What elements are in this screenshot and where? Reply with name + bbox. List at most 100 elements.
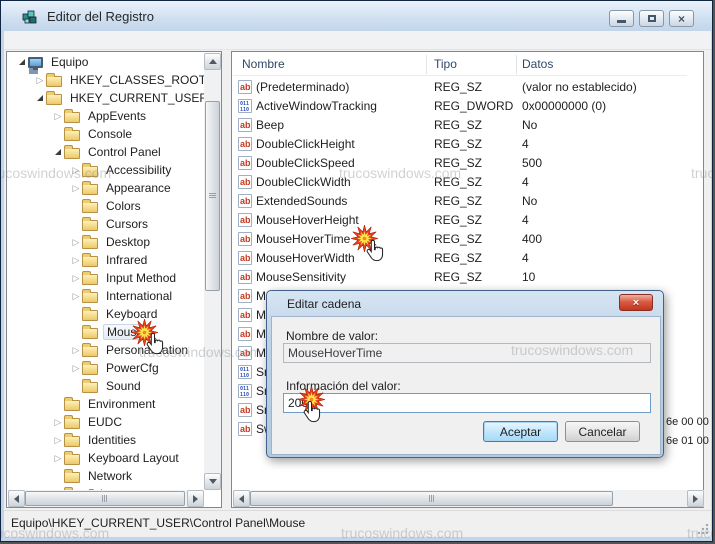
tree-node-icon — [46, 94, 62, 105]
expander-icon[interactable] — [70, 165, 82, 176]
value-data: 4 — [522, 213, 529, 227]
scroll-down-button[interactable] — [204, 473, 221, 490]
expander-icon[interactable] — [70, 363, 82, 374]
registry-value-row[interactable]: DoubleClickWidth REG_SZ 4 — [233, 173, 687, 192]
tree-item[interactable]: EUDC — [8, 413, 204, 431]
expander-icon[interactable] — [34, 75, 46, 86]
tree-item[interactable]: Infrared — [8, 251, 204, 269]
expander-icon[interactable] — [52, 111, 64, 122]
value-data-field[interactable]: 200 — [283, 393, 651, 413]
tree-vertical-scrollbar[interactable] — [204, 53, 221, 490]
tree-node-icon — [82, 220, 98, 231]
expander-icon[interactable] — [70, 291, 82, 302]
registry-value-row[interactable]: MouseHoverTime REG_SZ 400 — [233, 230, 687, 249]
scroll-right-button[interactable] — [187, 490, 204, 507]
minimize-button[interactable] — [609, 10, 634, 27]
scroll-up-button[interactable] — [204, 53, 221, 70]
tree-item[interactable]: Console — [8, 125, 204, 143]
tree-item[interactable]: Cursors — [8, 215, 204, 233]
value-type: REG_SZ — [434, 118, 482, 132]
menu-item[interactable] — [26, 39, 42, 41]
tree-item[interactable]: AppEvents — [8, 107, 204, 125]
registry-value-row[interactable]: MouseHoverWidth REG_SZ 4 — [233, 249, 687, 268]
tree-item[interactable]: Control Panel — [8, 143, 204, 161]
restore-icon — [648, 15, 656, 22]
expander-icon[interactable] — [70, 183, 82, 194]
tree-item[interactable]: Accessibility — [8, 161, 204, 179]
tree-item[interactable]: Network — [8, 467, 204, 485]
registry-value-row[interactable]: ActiveWindowTracking REG_DWORD 0x0000000… — [233, 97, 687, 116]
close-icon: × — [678, 13, 685, 25]
value-name: Beep — [256, 118, 284, 132]
scroll-left-button[interactable] — [233, 490, 250, 507]
tree-node-icon — [64, 400, 80, 411]
tree-hscrollbar-thumb[interactable] — [25, 491, 185, 506]
expander-icon[interactable] — [52, 147, 64, 157]
menu-item[interactable] — [74, 39, 90, 41]
tree-scrollbar-thumb[interactable] — [205, 101, 220, 291]
edit-string-dialog: Editar cadena × Nombre de valor: MouseHo… — [266, 290, 664, 458]
tree-node-icon — [46, 76, 62, 87]
registry-value-row[interactable]: MouseSensitivity REG_SZ 10 — [233, 268, 687, 287]
column-header-datos[interactable]: Datos — [522, 57, 553, 71]
tree-item[interactable]: Equipo — [8, 53, 204, 71]
registry-value-row[interactable]: MouseHoverHeight REG_SZ 4 — [233, 211, 687, 230]
minimize-icon — [617, 20, 626, 23]
expander-icon[interactable] — [34, 93, 46, 103]
tree-item[interactable]: Appearance — [8, 179, 204, 197]
tree-horizontal-scrollbar[interactable] — [8, 490, 204, 507]
registry-value-row[interactable]: Beep REG_SZ No — [233, 116, 687, 135]
tree-item-label: HKEY_CURRENT_USER — [67, 90, 204, 106]
expander-icon[interactable] — [52, 453, 64, 464]
tree-item[interactable]: Mouse — [8, 323, 204, 341]
value-name-fragment: M — [256, 346, 266, 360]
tree-item-label: Control Panel — [85, 144, 164, 160]
expander-icon[interactable] — [70, 273, 82, 284]
dialog-close-button[interactable]: × — [619, 294, 653, 311]
value-type-icon — [238, 384, 252, 398]
tree-item[interactable]: PowerCfg — [8, 359, 204, 377]
registry-value-row[interactable]: ExtendedSounds REG_SZ No — [233, 192, 687, 211]
binary-data-fragment: 6e 00 00 0 — [666, 416, 713, 428]
menu-item[interactable] — [58, 39, 74, 41]
registry-value-row[interactable]: (Predeterminado) REG_SZ (valor no establ… — [233, 78, 687, 97]
tree-item[interactable]: Colors — [8, 197, 204, 215]
tree-item[interactable]: Personalization — [8, 341, 204, 359]
tree-item[interactable]: HKEY_CLASSES_ROOT — [8, 71, 204, 89]
column-header-nombre[interactable]: Nombre — [242, 57, 285, 71]
close-button[interactable]: × — [669, 10, 694, 27]
menu-item[interactable] — [42, 39, 58, 41]
tree-item[interactable]: HKEY_CURRENT_USER — [8, 89, 204, 107]
registry-value-row[interactable]: DoubleClickSpeed REG_SZ 500 — [233, 154, 687, 173]
restore-button[interactable] — [639, 10, 664, 27]
expander-icon[interactable] — [70, 345, 82, 356]
tree-item[interactable]: Desktop — [8, 233, 204, 251]
expander-icon[interactable] — [70, 237, 82, 248]
scroll-right-button[interactable] — [687, 490, 704, 507]
column-header-tipo[interactable]: Tipo — [434, 57, 457, 71]
expander-icon[interactable] — [70, 255, 82, 266]
expander-icon[interactable] — [16, 57, 28, 67]
resize-grip[interactable] — [698, 523, 709, 534]
expander-icon[interactable] — [52, 435, 64, 446]
tree-node-icon — [82, 310, 98, 321]
tree-node-icon — [82, 292, 98, 303]
value-type-icon — [238, 251, 252, 265]
expander-icon[interactable] — [52, 417, 64, 428]
tree-item[interactable]: Keyboard Layout — [8, 449, 204, 467]
menu-item[interactable] — [10, 39, 26, 41]
list-horizontal-scrollbar[interactable] — [233, 490, 704, 507]
regedit-app-icon — [22, 9, 38, 25]
tree-item[interactable]: Environment — [8, 395, 204, 413]
list-hscrollbar-thumb[interactable] — [250, 491, 613, 506]
scroll-left-button[interactable] — [8, 490, 25, 507]
tree-item[interactable]: International — [8, 287, 204, 305]
tree-item[interactable]: Identities — [8, 431, 204, 449]
tree-node-icon — [64, 472, 80, 483]
tree-item[interactable]: Keyboard — [8, 305, 204, 323]
cancel-button[interactable]: Cancelar — [565, 421, 640, 442]
registry-value-row[interactable]: DoubleClickHeight REG_SZ 4 — [233, 135, 687, 154]
accept-button[interactable]: Aceptar — [483, 421, 558, 442]
tree-item[interactable]: Input Method — [8, 269, 204, 287]
tree-item[interactable]: Sound — [8, 377, 204, 395]
